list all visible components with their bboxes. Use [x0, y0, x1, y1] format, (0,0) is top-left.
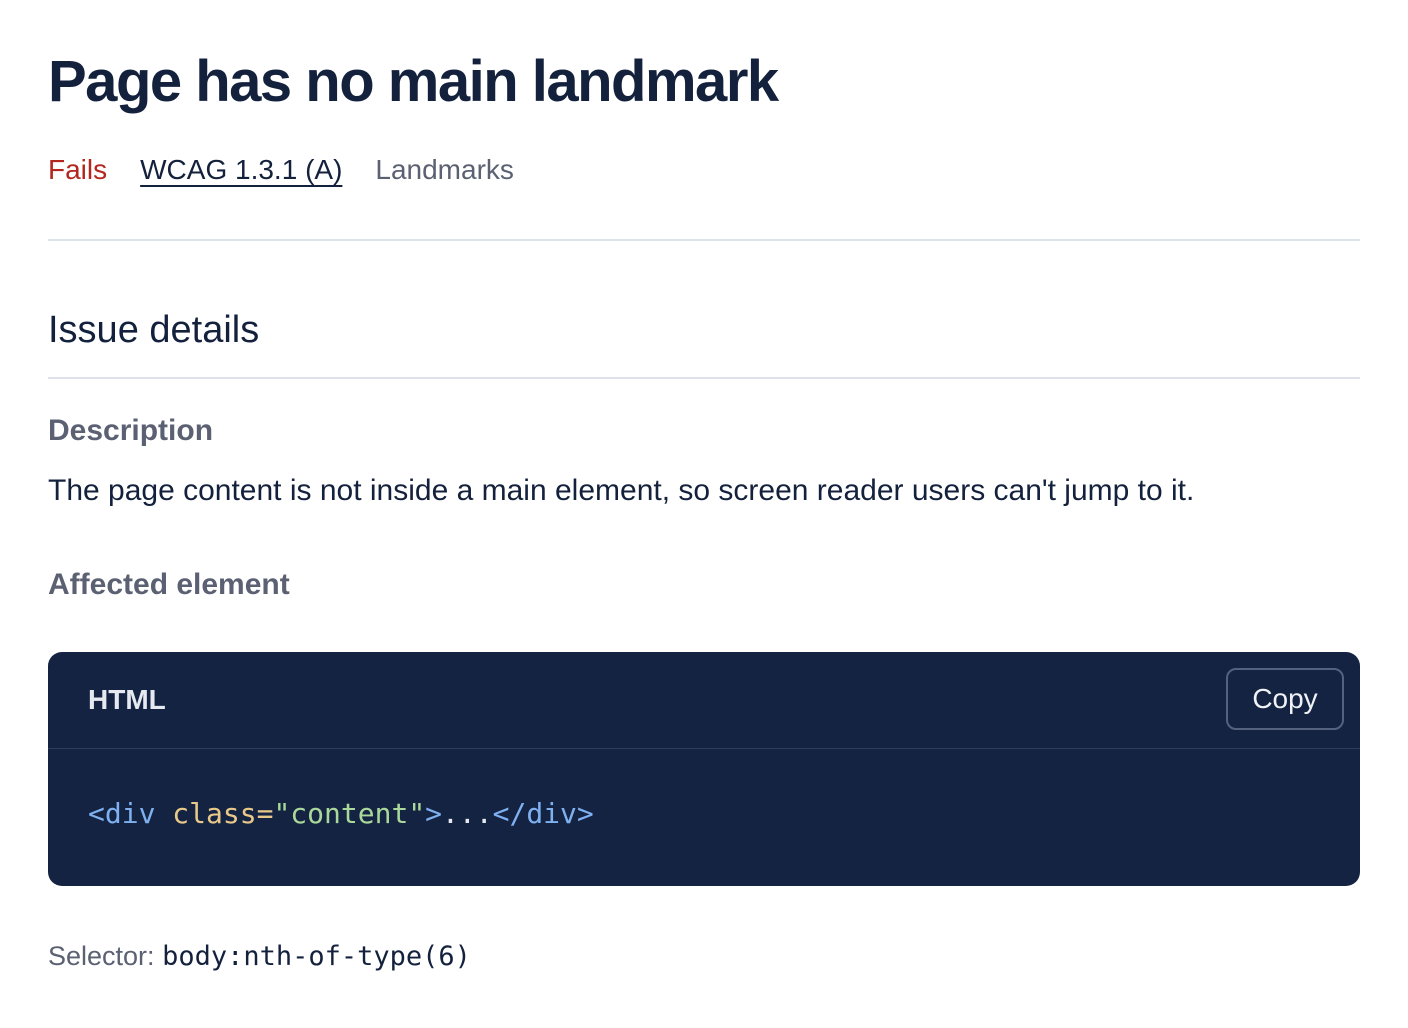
issue-details-heading: Issue details [48, 309, 260, 351]
issue-meta-row: Fails WCAG 1.3.1 (A) Landmarks [48, 152, 514, 188]
code-token-attr-name: class= [172, 797, 274, 830]
status-badge: Fails [48, 154, 108, 185]
description-text: The page content is not inside a main el… [48, 474, 1195, 507]
copy-button[interactable]: Copy [1226, 668, 1344, 730]
category-label: Landmarks [375, 154, 514, 185]
wcag-criterion-link[interactable]: WCAG 1.3.1 (A) [140, 152, 342, 188]
section-divider [48, 377, 1360, 379]
header-divider [48, 239, 1360, 241]
code-token-inner-text: ... [442, 797, 493, 830]
page-title: Page has no main landmark [48, 49, 779, 114]
code-token-close-tag: </div> [492, 797, 594, 830]
code-language-label: HTML [88, 684, 166, 715]
selector-row: Selector: body:nth-of-type(6) [48, 936, 471, 977]
code-block: HTML Copy <div class="content">...</div> [48, 652, 1360, 886]
code-token-open-close: > [425, 797, 443, 830]
affected-element-label: Affected element [48, 568, 290, 601]
code-block-header: HTML Copy [48, 652, 1360, 749]
code-token-attr-value: "content" [273, 797, 426, 830]
code-snippet: <div class="content">...</div> [88, 794, 594, 834]
code-token-open-tag: <div [88, 797, 156, 830]
description-label: Description [48, 414, 214, 447]
selector-label: Selector: [48, 941, 155, 971]
selector-value: body:nth-of-type(6) [162, 941, 471, 972]
